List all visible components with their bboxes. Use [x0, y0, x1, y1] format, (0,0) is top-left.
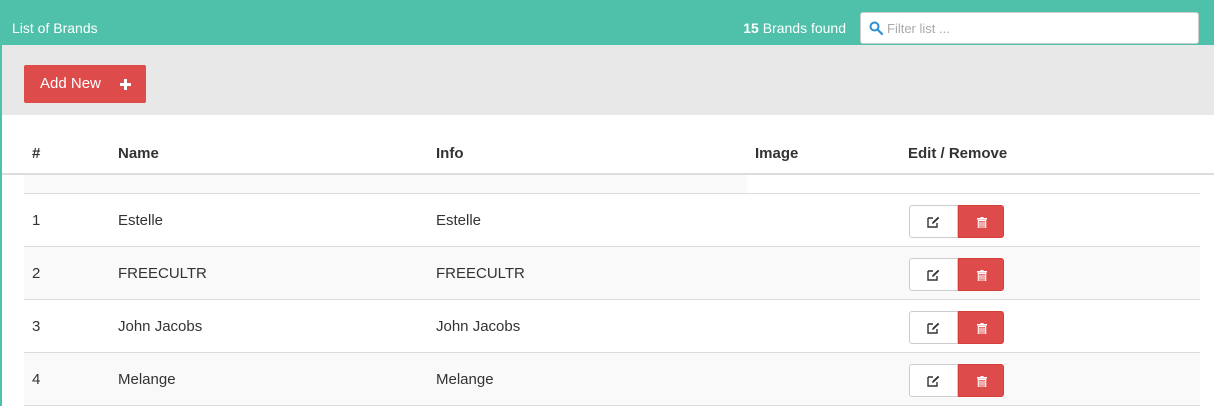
- edit-icon: [927, 269, 940, 281]
- brands-found-count: 15 Brands found: [743, 20, 846, 36]
- column-header-name: Name: [118, 145, 159, 162]
- edit-icon: [927, 216, 940, 228]
- table-row: 3 John Jacobs John Jacobs: [24, 300, 1200, 353]
- remove-button[interactable]: [958, 311, 1004, 344]
- column-header-info: Info: [436, 145, 464, 162]
- edit-button[interactable]: [909, 205, 958, 238]
- found-count-label: Brands found: [758, 20, 846, 36]
- edit-button[interactable]: [909, 364, 958, 397]
- trash-icon: [977, 217, 987, 228]
- brand-info: FREECULTR: [436, 265, 525, 282]
- plus-icon: [120, 79, 131, 90]
- toolbar: Add New: [2, 45, 1214, 115]
- filter-box[interactable]: [860, 12, 1199, 44]
- brand-info: Estelle: [436, 212, 482, 229]
- brands-panel: List of Brands 15 Brands found Add New #…: [0, 0, 1214, 406]
- brand-name: John Jacobs: [118, 318, 203, 335]
- row-number: 2: [32, 265, 41, 282]
- remove-button[interactable]: [958, 205, 1004, 238]
- brand-name: Melange: [118, 371, 176, 388]
- found-count-number: 15: [743, 20, 759, 36]
- brand-info: Melange: [436, 371, 494, 388]
- trash-icon: [977, 376, 987, 387]
- add-new-label: Add New: [40, 75, 101, 92]
- column-header-image: Image: [755, 145, 799, 162]
- table-row: 1 Estelle Estelle: [24, 194, 1200, 247]
- table-row: 4 Melange Melange: [24, 353, 1200, 406]
- remove-button[interactable]: [958, 364, 1004, 397]
- column-header-number: #: [32, 145, 41, 162]
- edit-button[interactable]: [909, 258, 958, 291]
- filter-input[interactable]: [887, 18, 1187, 38]
- row-number: 3: [32, 318, 41, 335]
- brand-info: John Jacobs: [436, 318, 521, 335]
- table-row: 2 FREECULTR FREECULTR: [24, 247, 1200, 300]
- brand-name: Estelle: [118, 212, 164, 229]
- edit-button[interactable]: [909, 311, 958, 344]
- search-icon: [869, 21, 883, 35]
- table-spacer-row: [24, 175, 1200, 194]
- add-new-button[interactable]: Add New: [24, 65, 146, 103]
- row-number: 4: [32, 371, 41, 388]
- table-header: # Name Info Image Edit / Remove: [2, 115, 1214, 175]
- brand-name: FREECULTR: [118, 265, 207, 282]
- trash-icon: [977, 323, 987, 334]
- edit-icon: [927, 375, 940, 387]
- panel-heading: List of Brands 15 Brands found: [2, 0, 1214, 45]
- remove-button[interactable]: [958, 258, 1004, 291]
- trash-icon: [977, 270, 987, 281]
- column-header-edit-remove: Edit / Remove: [908, 145, 1008, 162]
- edit-icon: [927, 322, 940, 334]
- page-title: List of Brands: [12, 20, 98, 36]
- row-number: 1: [32, 212, 41, 229]
